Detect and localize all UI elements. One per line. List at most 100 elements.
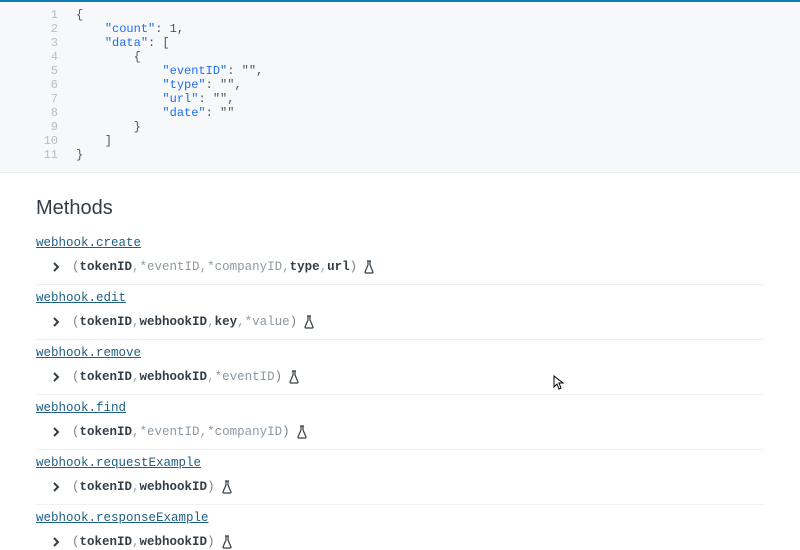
param-separator: , — [132, 315, 140, 329]
paren-close: ) — [350, 260, 358, 274]
param-separator: , — [200, 425, 208, 439]
code-line: 10 ] — [0, 134, 800, 148]
flask-icon — [288, 370, 300, 384]
method-signature: ( tokenID, webhookID, *eventID ) — [50, 370, 764, 384]
method-block: webhook.remove ( tokenID, webhookID, *eve… — [36, 340, 764, 395]
method-block: webhook.edit ( tokenID, webhookID, key, *… — [36, 285, 764, 340]
flask-icon — [221, 480, 233, 494]
line-body: "count": 1, — [76, 22, 184, 36]
param-optional: *value — [245, 315, 290, 329]
line-number: 9 — [0, 120, 76, 134]
method-signature: ( tokenID, webhookID, key, *value ) — [50, 315, 764, 329]
method-link[interactable]: webhook.create — [36, 236, 141, 250]
param-required: tokenID — [80, 370, 133, 384]
chevron-right-icon[interactable] — [50, 316, 62, 328]
param-optional: *companyID — [207, 425, 282, 439]
param-optional: *companyID — [207, 260, 282, 274]
method-block: webhook.responseExample ( tokenID, webhoo… — [36, 505, 764, 550]
param-optional: *eventID — [140, 260, 200, 274]
line-body: } — [76, 120, 141, 134]
code-line: 4 { — [0, 50, 800, 64]
line-body: "url": "", — [76, 92, 234, 106]
code-line: 11} — [0, 148, 800, 162]
line-number: 10 — [0, 134, 76, 148]
param-separator: , — [200, 260, 208, 274]
flask-icon — [221, 535, 233, 549]
flask-icon — [296, 425, 308, 439]
paren-open: ( — [72, 370, 80, 384]
paren-close: ) — [207, 535, 215, 549]
method-link[interactable]: webhook.requestExample — [36, 456, 201, 470]
param-required: url — [327, 260, 350, 274]
code-line: 2 "count": 1, — [0, 22, 800, 36]
line-body: "data": [ — [76, 36, 170, 50]
param-required: webhookID — [140, 480, 208, 494]
param-required: webhookID — [140, 315, 208, 329]
param-separator: , — [132, 480, 140, 494]
param-separator: , — [282, 260, 290, 274]
method-link[interactable]: webhook.edit — [36, 291, 126, 305]
param-separator: , — [132, 370, 140, 384]
flask-icon — [303, 315, 315, 329]
chevron-right-icon[interactable] — [50, 536, 62, 548]
flask-icon — [363, 260, 375, 274]
line-number: 5 — [0, 64, 76, 78]
paren-close: ) — [207, 480, 215, 494]
method-signature: ( tokenID, *eventID, *companyID ) — [50, 425, 764, 439]
paren-close: ) — [282, 425, 290, 439]
chevron-right-icon[interactable] — [50, 371, 62, 383]
code-line: 5 "eventID": "", — [0, 64, 800, 78]
line-number: 2 — [0, 22, 76, 36]
line-body: "date": "" — [76, 106, 234, 120]
method-signature: ( tokenID, *eventID, *companyID, type, u… — [50, 260, 764, 274]
line-number: 4 — [0, 50, 76, 64]
param-separator: , — [207, 370, 215, 384]
paren-open: ( — [72, 315, 80, 329]
line-body: "eventID": "", — [76, 64, 263, 78]
param-required: key — [215, 315, 238, 329]
code-line: 1{ — [0, 8, 800, 22]
code-line: 8 "date": "" — [0, 106, 800, 120]
param-optional: *eventID — [215, 370, 275, 384]
paren-close: ) — [290, 315, 298, 329]
line-number: 8 — [0, 106, 76, 120]
param-separator: , — [237, 315, 245, 329]
param-optional: *eventID — [140, 425, 200, 439]
param-separator: , — [132, 535, 140, 549]
line-number: 1 — [0, 8, 76, 22]
param-separator: , — [207, 315, 215, 329]
page-content: Methods webhook.create ( tokenID, *eventI… — [0, 197, 800, 550]
line-body: { — [76, 8, 83, 22]
param-required: tokenID — [80, 260, 133, 274]
paren-open: ( — [72, 425, 80, 439]
method-signature: ( tokenID, webhookID ) — [50, 535, 764, 549]
paren-open: ( — [72, 480, 80, 494]
line-body: } — [76, 148, 83, 162]
line-body: ] — [76, 134, 112, 148]
param-required: webhookID — [140, 535, 208, 549]
line-body: { — [76, 50, 141, 64]
line-body: "type": "", — [76, 78, 242, 92]
chevron-right-icon[interactable] — [50, 481, 62, 493]
paren-open: ( — [72, 535, 80, 549]
chevron-right-icon[interactable] — [50, 426, 62, 438]
method-link[interactable]: webhook.responseExample — [36, 511, 209, 525]
method-block: webhook.find ( tokenID, *eventID, *compan… — [36, 395, 764, 450]
param-required: tokenID — [80, 480, 133, 494]
method-block: webhook.requestExample ( tokenID, webhook… — [36, 450, 764, 505]
line-number: 6 — [0, 78, 76, 92]
method-signature: ( tokenID, webhookID ) — [50, 480, 764, 494]
line-number: 3 — [0, 36, 76, 50]
line-number: 7 — [0, 92, 76, 106]
paren-close: ) — [275, 370, 283, 384]
param-separator: , — [132, 260, 140, 274]
methods-heading: Methods — [36, 197, 764, 220]
code-line: 3 "data": [ — [0, 36, 800, 50]
param-required: tokenID — [80, 425, 133, 439]
method-link[interactable]: webhook.remove — [36, 346, 141, 360]
chevron-right-icon[interactable] — [50, 261, 62, 273]
param-required: tokenID — [80, 535, 133, 549]
code-line: 9 } — [0, 120, 800, 134]
method-link[interactable]: webhook.find — [36, 401, 126, 415]
param-separator: , — [320, 260, 328, 274]
